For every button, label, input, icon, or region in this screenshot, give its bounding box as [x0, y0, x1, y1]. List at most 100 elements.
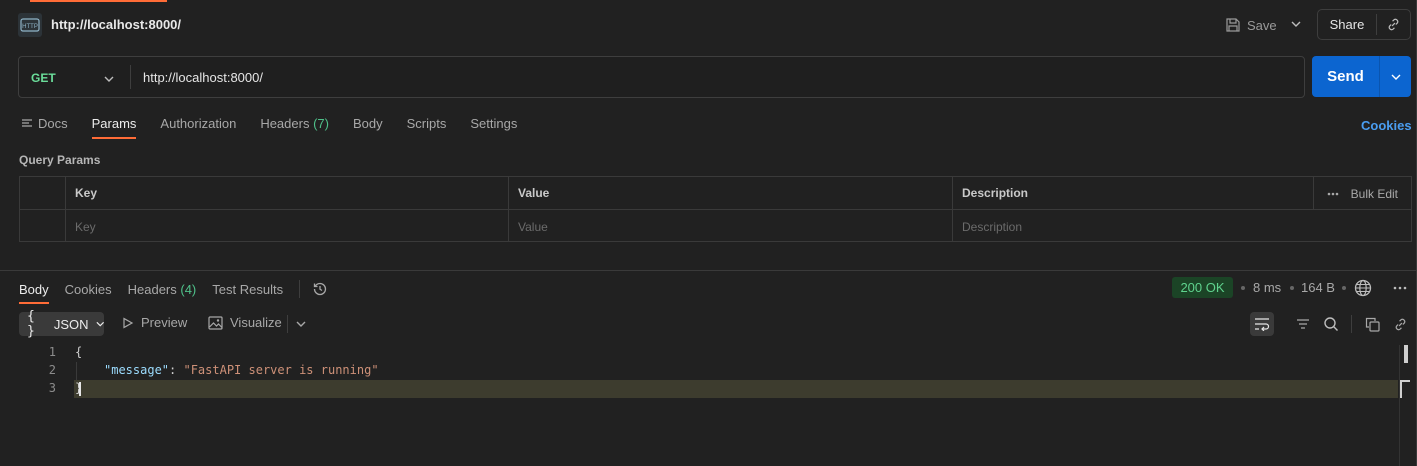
tab-authorization[interactable]: Authorization — [160, 115, 236, 139]
request-tabs: Docs Params Authorization Headers (7) Bo… — [22, 115, 541, 139]
send-options-button[interactable] — [1380, 72, 1411, 82]
chevron-down-icon — [95, 321, 104, 327]
tab-params[interactable]: Params — [91, 115, 136, 139]
wrap-lines-icon — [1255, 318, 1270, 331]
more-horizontal-icon[interactable] — [1327, 192, 1339, 196]
active-tab-indicator — [30, 0, 167, 2]
column-divider — [1313, 177, 1314, 210]
key-input[interactable]: Key — [65, 210, 96, 243]
response-size[interactable]: 164 B — [1301, 280, 1335, 295]
format-label: JSON — [53, 316, 89, 332]
url-bar: GET http://localhost:8000/ — [18, 56, 1305, 98]
more-options-icon[interactable] — [1393, 286, 1407, 290]
column-divider — [508, 177, 509, 241]
visualize-chevron-down-icon[interactable] — [296, 320, 306, 328]
svg-text:HTTP: HTTP — [22, 24, 38, 30]
separator-dot — [1290, 286, 1294, 290]
globe-icon[interactable] — [1354, 279, 1372, 297]
method-chevron-down-icon[interactable] — [103, 74, 115, 84]
search-button[interactable] — [1319, 312, 1343, 336]
visualize-button[interactable]: Visualize — [208, 315, 282, 330]
send-button[interactable]: Send — [1312, 68, 1379, 85]
cookies-link[interactable]: Cookies — [1361, 118, 1412, 133]
docs-icon — [22, 119, 32, 127]
braces-icon: { } — [27, 309, 35, 339]
tab-settings[interactable]: Settings — [470, 115, 517, 139]
response-tabs: Body Cookies Headers (4) Test Results — [19, 280, 328, 304]
image-icon — [208, 315, 223, 330]
code-line[interactable]: 2 "message": "FastAPI server is running" — [0, 362, 1400, 380]
headers-count: (7) — [313, 116, 329, 131]
table-row: Key Value Description — [20, 210, 1411, 243]
json-separator: : — [169, 363, 184, 377]
history-icon[interactable] — [312, 281, 328, 297]
method-select[interactable]: GET — [31, 71, 56, 85]
scrollbar-thumb[interactable] — [1404, 345, 1408, 363]
link-icon — [1388, 18, 1399, 31]
save-icon — [1226, 18, 1240, 32]
response-time[interactable]: 8 ms — [1253, 280, 1281, 295]
description-input[interactable]: Description — [952, 210, 1022, 243]
response-tab-headers[interactable]: Headers (4) — [128, 282, 197, 297]
link-icon — [1395, 318, 1405, 330]
save-options-chevron-down-icon[interactable] — [1290, 18, 1302, 30]
column-key: Key — [75, 186, 98, 200]
filter-icon — [1297, 319, 1309, 329]
save-button[interactable]: Save — [1226, 15, 1277, 35]
code-text: "message": "FastAPI server is running" — [104, 363, 379, 377]
response-tab-test-results[interactable]: Test Results — [212, 282, 283, 297]
code-line[interactable]: 3 } — [0, 380, 1400, 398]
share-group: Share — [1317, 9, 1411, 40]
send-group: Send — [1312, 56, 1411, 97]
value-input[interactable]: Value — [508, 210, 548, 243]
response-tab-cookies[interactable]: Cookies — [65, 282, 112, 297]
tab-headers[interactable]: Headers (7) — [260, 115, 329, 139]
line-number: 2 — [48, 363, 56, 377]
query-params-title: Query Params — [19, 153, 101, 167]
format-select[interactable]: { } JSON — [19, 309, 104, 339]
share-button[interactable]: Share — [1318, 17, 1376, 32]
column-divider — [65, 177, 66, 241]
play-icon — [123, 316, 134, 329]
bulk-edit-button[interactable]: Bulk Edit — [1351, 187, 1398, 201]
code-text: { — [75, 345, 83, 359]
response-divider[interactable] — [0, 270, 1416, 271]
copy-button[interactable] — [1360, 312, 1384, 336]
editor-scrollbar[interactable] — [1399, 345, 1400, 466]
tabs-divider — [299, 280, 301, 298]
query-params-table: Key Value Description Bulk Edit Key Valu… — [19, 176, 1412, 242]
line-number: 3 — [48, 381, 56, 395]
column-value: Value — [518, 186, 550, 200]
request-title[interactable]: http://localhost:8000/ — [51, 17, 181, 32]
preview-button[interactable]: Preview — [122, 315, 187, 330]
link-button[interactable] — [1388, 312, 1412, 336]
response-tab-body[interactable]: Body — [19, 282, 49, 304]
separator-dot — [1342, 286, 1346, 290]
wrap-lines-button[interactable] — [1250, 312, 1274, 336]
copy-link-button[interactable] — [1377, 17, 1410, 32]
toolbar-divider — [1351, 315, 1352, 333]
scrollbar-cursor-marker — [1400, 380, 1410, 398]
tab-scripts[interactable]: Scripts — [407, 115, 447, 139]
column-description: Description — [962, 186, 1029, 200]
json-key: "message" — [104, 363, 170, 377]
tab-docs[interactable]: Docs — [22, 115, 68, 139]
filter-button[interactable] — [1291, 312, 1315, 336]
code-line[interactable]: 1 { — [0, 344, 1400, 362]
separator-dot — [1241, 286, 1245, 290]
url-input[interactable]: http://localhost:8000/ — [143, 70, 263, 85]
column-divider — [952, 177, 953, 241]
copy-icon — [1365, 317, 1380, 332]
http-request-icon: HTTP — [18, 13, 42, 37]
save-label: Save — [1247, 17, 1277, 33]
json-string-value: "FastAPI server is running" — [183, 363, 379, 377]
bulk-edit-group: Bulk Edit — [1327, 177, 1398, 210]
text-cursor — [79, 382, 81, 396]
url-separator — [130, 65, 131, 89]
status-badge[interactable]: 200 OK — [1172, 277, 1233, 298]
table-header-row: Key Value Description Bulk Edit — [20, 177, 1411, 210]
chevron-down-icon — [1391, 74, 1400, 80]
toolbar-divider — [287, 315, 288, 333]
tab-body[interactable]: Body — [353, 115, 383, 139]
response-headers-count: (4) — [180, 281, 197, 297]
